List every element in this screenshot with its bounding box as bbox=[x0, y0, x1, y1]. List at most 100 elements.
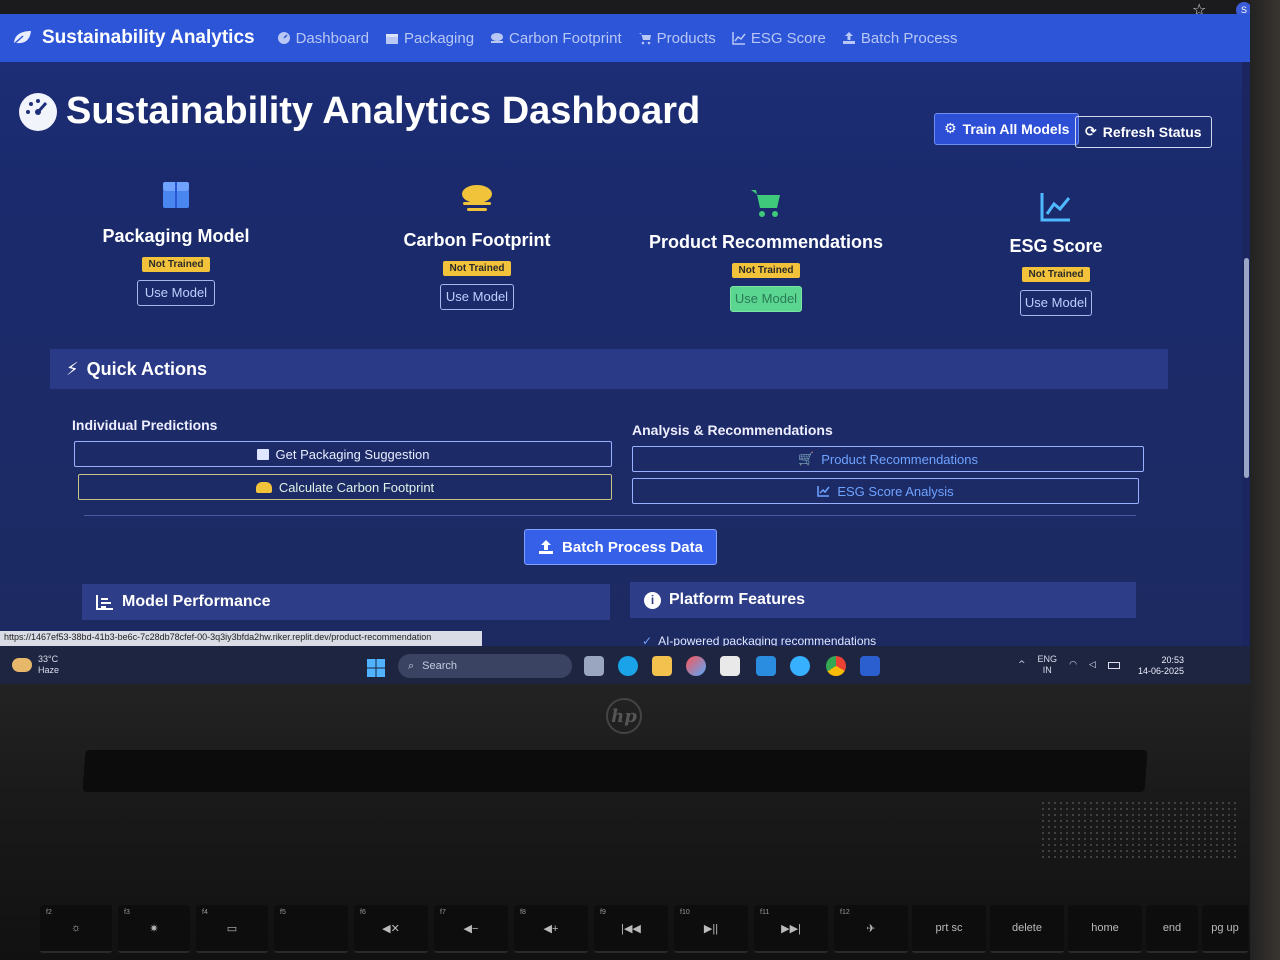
mail-icon[interactable] bbox=[756, 656, 776, 676]
box-icon bbox=[256, 448, 269, 460]
taskbar: 33°C Haze ⌕ Search ^ ENG IN ◠ ◁ 20:53 14… bbox=[0, 646, 1250, 684]
model-card-product-recommendations: Product Recommendations Not Trained Use … bbox=[636, 186, 896, 312]
copilot-icon[interactable] bbox=[686, 656, 706, 676]
chrome-icon[interactable] bbox=[826, 656, 846, 676]
key-label: f5 bbox=[280, 909, 286, 916]
esg-score-analysis-button[interactable]: ESG Score Analysis bbox=[632, 478, 1139, 504]
chart-line-icon bbox=[817, 486, 830, 497]
edge-icon[interactable] bbox=[618, 656, 638, 676]
key-f4[interactable]: f4 ▭ bbox=[196, 905, 268, 953]
key-label: f12 bbox=[840, 909, 850, 916]
gauge-icon bbox=[277, 32, 290, 44]
nav-packaging[interactable]: Packaging bbox=[385, 30, 474, 47]
calculate-carbon-footprint-button[interactable]: Calculate Carbon Footprint bbox=[78, 474, 612, 500]
search-icon: ⌕ bbox=[408, 659, 415, 672]
model-card-carbon-footprint: Carbon Footprint Not Trained Use Model bbox=[347, 184, 607, 310]
model-card-esg-score: ESG Score Not Trained Use Model bbox=[926, 190, 1186, 316]
region-label: IN bbox=[1042, 665, 1052, 675]
nav-esg-score[interactable]: ESG Score bbox=[732, 30, 826, 47]
key-f7[interactable]: f7 ◀− bbox=[434, 905, 508, 953]
taskbar-clock[interactable]: 20:53 14-06-2025 bbox=[1138, 655, 1184, 677]
key-label: f7 bbox=[440, 909, 446, 916]
key-page-up[interactable]: pg up bbox=[1202, 905, 1248, 953]
taskbar-search-label: Search bbox=[422, 660, 458, 672]
task-view-icon[interactable] bbox=[584, 656, 604, 676]
weather-widget[interactable]: 33°C Haze bbox=[12, 654, 59, 676]
status-badge: Not Trained bbox=[1022, 267, 1090, 282]
carbon-btn-label: Calculate Carbon Footprint bbox=[278, 479, 435, 495]
key-f10[interactable]: f10 ▶|| bbox=[674, 905, 748, 953]
key-f3[interactable]: f3 ✷ bbox=[118, 905, 190, 953]
quick-actions-card: ⚡ Quick Actions Individual Predictions A… bbox=[50, 349, 1168, 565]
nav-dashboard[interactable]: Dashboard bbox=[277, 30, 369, 47]
laptop-hinge bbox=[82, 750, 1148, 792]
taskbar-search[interactable]: ⌕ Search bbox=[398, 654, 572, 678]
chart-line-icon bbox=[1040, 193, 1071, 222]
key-label: delete bbox=[1012, 922, 1042, 934]
navbar-brand[interactable]: Sustainability Analytics bbox=[12, 27, 255, 49]
nav-products[interactable]: Products bbox=[638, 30, 716, 47]
key-print-screen[interactable]: prt sc bbox=[912, 905, 986, 953]
key-label: f3 bbox=[124, 909, 130, 916]
weather-temperature: 33°C bbox=[38, 654, 59, 664]
language-indicator[interactable]: ENG IN bbox=[1038, 654, 1058, 676]
batch-process-data-button[interactable]: Batch Process Data bbox=[524, 529, 717, 565]
browser-icon[interactable] bbox=[790, 656, 810, 676]
train-all-models-label: Train All Models bbox=[962, 121, 1070, 137]
use-model-button[interactable]: Use Model bbox=[1020, 290, 1092, 316]
wifi-icon[interactable]: ◠ bbox=[1069, 660, 1077, 670]
key-label: f2 bbox=[46, 909, 52, 916]
key-delete[interactable]: delete bbox=[990, 905, 1064, 953]
key-f6[interactable]: f6 ◀✕ bbox=[354, 905, 428, 953]
word-icon[interactable] bbox=[860, 656, 880, 676]
system-tray: ^ ENG IN ◠ ◁ bbox=[1018, 654, 1120, 676]
file-explorer-icon[interactable] bbox=[652, 656, 672, 676]
speaker-grille bbox=[1040, 800, 1240, 858]
key-f8[interactable]: f8 ◀+ bbox=[514, 905, 588, 953]
key-f5[interactable]: f5 bbox=[274, 905, 348, 953]
navbar: Sustainability Analytics Dashboard Packa… bbox=[0, 14, 1250, 62]
brand-label: Sustainability Analytics bbox=[42, 27, 255, 48]
cart-icon bbox=[638, 33, 651, 45]
chart-line-icon bbox=[732, 32, 746, 45]
nav-batch-process[interactable]: Batch Process bbox=[842, 30, 958, 47]
chevron-up-icon[interactable]: ^ bbox=[1018, 660, 1026, 670]
key-home[interactable]: home bbox=[1068, 905, 1142, 953]
volume-icon[interactable]: ◁ bbox=[1089, 660, 1096, 670]
clock-date: 14-06-2025 bbox=[1138, 666, 1185, 676]
upload-icon bbox=[842, 32, 855, 44]
model-card-packaging: Packaging Model Not Trained Use Model bbox=[46, 180, 306, 306]
analysis-recommendations-title: Analysis & Recommendations bbox=[632, 422, 833, 438]
use-model-button[interactable]: Use Model bbox=[440, 284, 514, 310]
windows-start-icon[interactable] bbox=[366, 658, 386, 678]
key-label: f9 bbox=[600, 909, 606, 916]
scrollbar-thumb[interactable] bbox=[1244, 258, 1249, 478]
refresh-status-button[interactable]: ⟳ Refresh Status bbox=[1075, 116, 1212, 148]
nav-carbon-footprint[interactable]: Carbon Footprint bbox=[490, 30, 622, 47]
key-f2[interactable]: f2 ☼ bbox=[40, 905, 112, 953]
quick-actions-header: ⚡ Quick Actions bbox=[50, 349, 1168, 389]
use-model-button[interactable]: Use Model bbox=[137, 280, 215, 306]
upload-icon bbox=[539, 540, 554, 554]
key-f9[interactable]: f9 |◀◀ bbox=[594, 905, 668, 953]
status-badge: Not Trained bbox=[142, 257, 210, 272]
train-all-models-button[interactable]: ⚙ Train All Models bbox=[934, 113, 1080, 145]
clock-time: 20:53 bbox=[1161, 655, 1185, 665]
product-recommendations-button[interactable]: 🛒 Product Recommendations bbox=[632, 446, 1144, 472]
battery-icon[interactable] bbox=[1107, 661, 1120, 669]
get-packaging-suggestion-button[interactable]: Get Packaging Suggestion bbox=[74, 441, 612, 467]
model-title: Packaging Model bbox=[102, 226, 250, 246]
cloud-icon bbox=[462, 185, 492, 211]
language-label: ENG bbox=[1037, 654, 1058, 664]
hp-logo: hp bbox=[606, 698, 642, 734]
gauge-icon bbox=[19, 92, 57, 131]
store-icon[interactable] bbox=[720, 656, 740, 676]
key-label: prt sc bbox=[935, 922, 963, 934]
key-f11[interactable]: f11 ▶▶| bbox=[754, 905, 828, 953]
key-end[interactable]: end bbox=[1146, 905, 1198, 953]
key-f12[interactable]: f12 ✈ bbox=[834, 905, 908, 953]
nav-esg-label: ESG Score bbox=[750, 29, 826, 47]
nav-packaging-label: Packaging bbox=[403, 29, 475, 47]
use-model-button[interactable]: Use Model bbox=[730, 286, 802, 312]
info-icon: i bbox=[644, 591, 661, 609]
